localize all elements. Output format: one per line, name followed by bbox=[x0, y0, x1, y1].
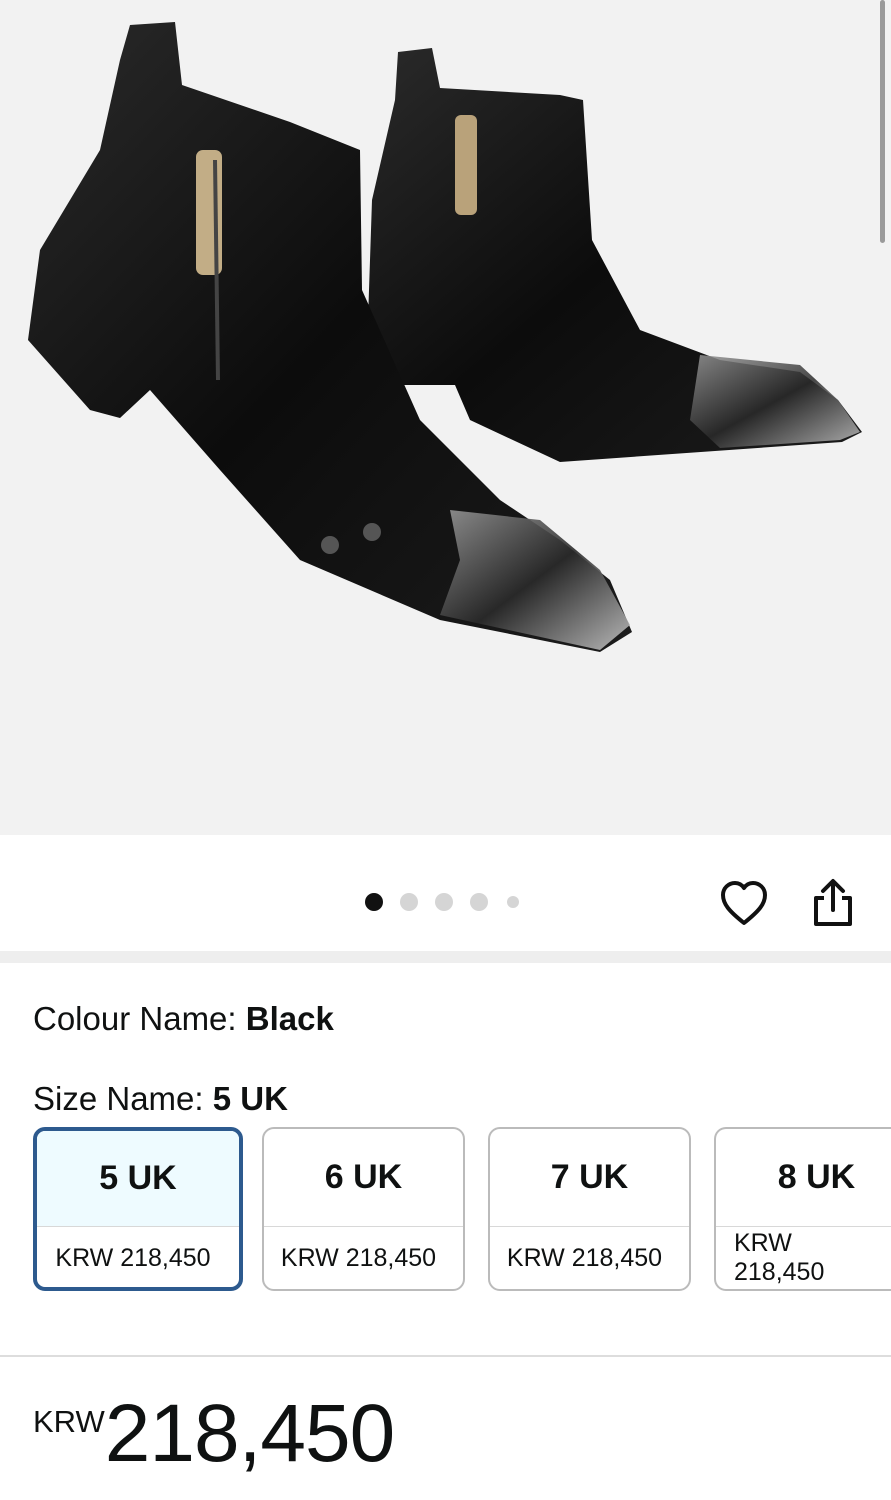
price-currency: KRW bbox=[33, 1404, 105, 1439]
size-option-7uk[interactable]: 7 UK KRW 218,450 bbox=[488, 1127, 691, 1291]
boots-illustration bbox=[28, 22, 862, 652]
size-name-value: 5 UK bbox=[212, 1080, 288, 1117]
section-divider bbox=[0, 951, 891, 963]
product-image[interactable] bbox=[0, 0, 891, 835]
colour-name-value: Black bbox=[245, 1000, 334, 1037]
colour-name-label: Colour Name: bbox=[33, 1000, 246, 1037]
size-option-price: KRW 218,450 bbox=[734, 1229, 825, 1286]
size-option-6uk[interactable]: 6 UK KRW 218,450 bbox=[262, 1127, 465, 1291]
size-option-price: KRW 218,450 bbox=[280, 1243, 437, 1272]
pagination-dot-4[interactable] bbox=[470, 893, 488, 911]
colour-name-row: Colour Name: Black bbox=[33, 1000, 334, 1038]
size-option-label: 5 UK bbox=[37, 1131, 239, 1227]
size-option-price: KRW 218,450 bbox=[55, 1243, 211, 1272]
pagination-dot-1[interactable] bbox=[365, 893, 383, 911]
share-button[interactable] bbox=[810, 878, 856, 928]
price-amount: 218,450 bbox=[104, 1388, 395, 1479]
share-icon bbox=[814, 879, 852, 926]
pagination-dot-5[interactable] bbox=[507, 896, 519, 908]
product-price: KRW 218,450 bbox=[33, 1388, 395, 1479]
pagination-dot-3[interactable] bbox=[435, 893, 453, 911]
size-option-8uk[interactable]: 8 UK KRW 218,450 bbox=[714, 1127, 891, 1291]
size-option-label: 6 UK bbox=[264, 1129, 463, 1227]
size-option-label: 8 UK bbox=[716, 1129, 891, 1227]
size-option-price: KRW 218,450 bbox=[506, 1243, 663, 1272]
image-scrollbar[interactable] bbox=[880, 0, 885, 243]
pagination-dot-2[interactable] bbox=[400, 893, 418, 911]
size-name-label: Size Name: bbox=[33, 1080, 213, 1117]
heart-icon bbox=[721, 881, 767, 925]
price-divider bbox=[0, 1355, 891, 1357]
add-to-wishlist-button[interactable] bbox=[719, 878, 769, 930]
size-option-label: 7 UK bbox=[490, 1129, 689, 1227]
size-option-5uk[interactable]: 5 UK KRW 218,450 bbox=[33, 1127, 243, 1291]
gallery-pagination bbox=[365, 893, 519, 911]
size-name-row: Size Name: 5 UK bbox=[33, 1080, 288, 1118]
